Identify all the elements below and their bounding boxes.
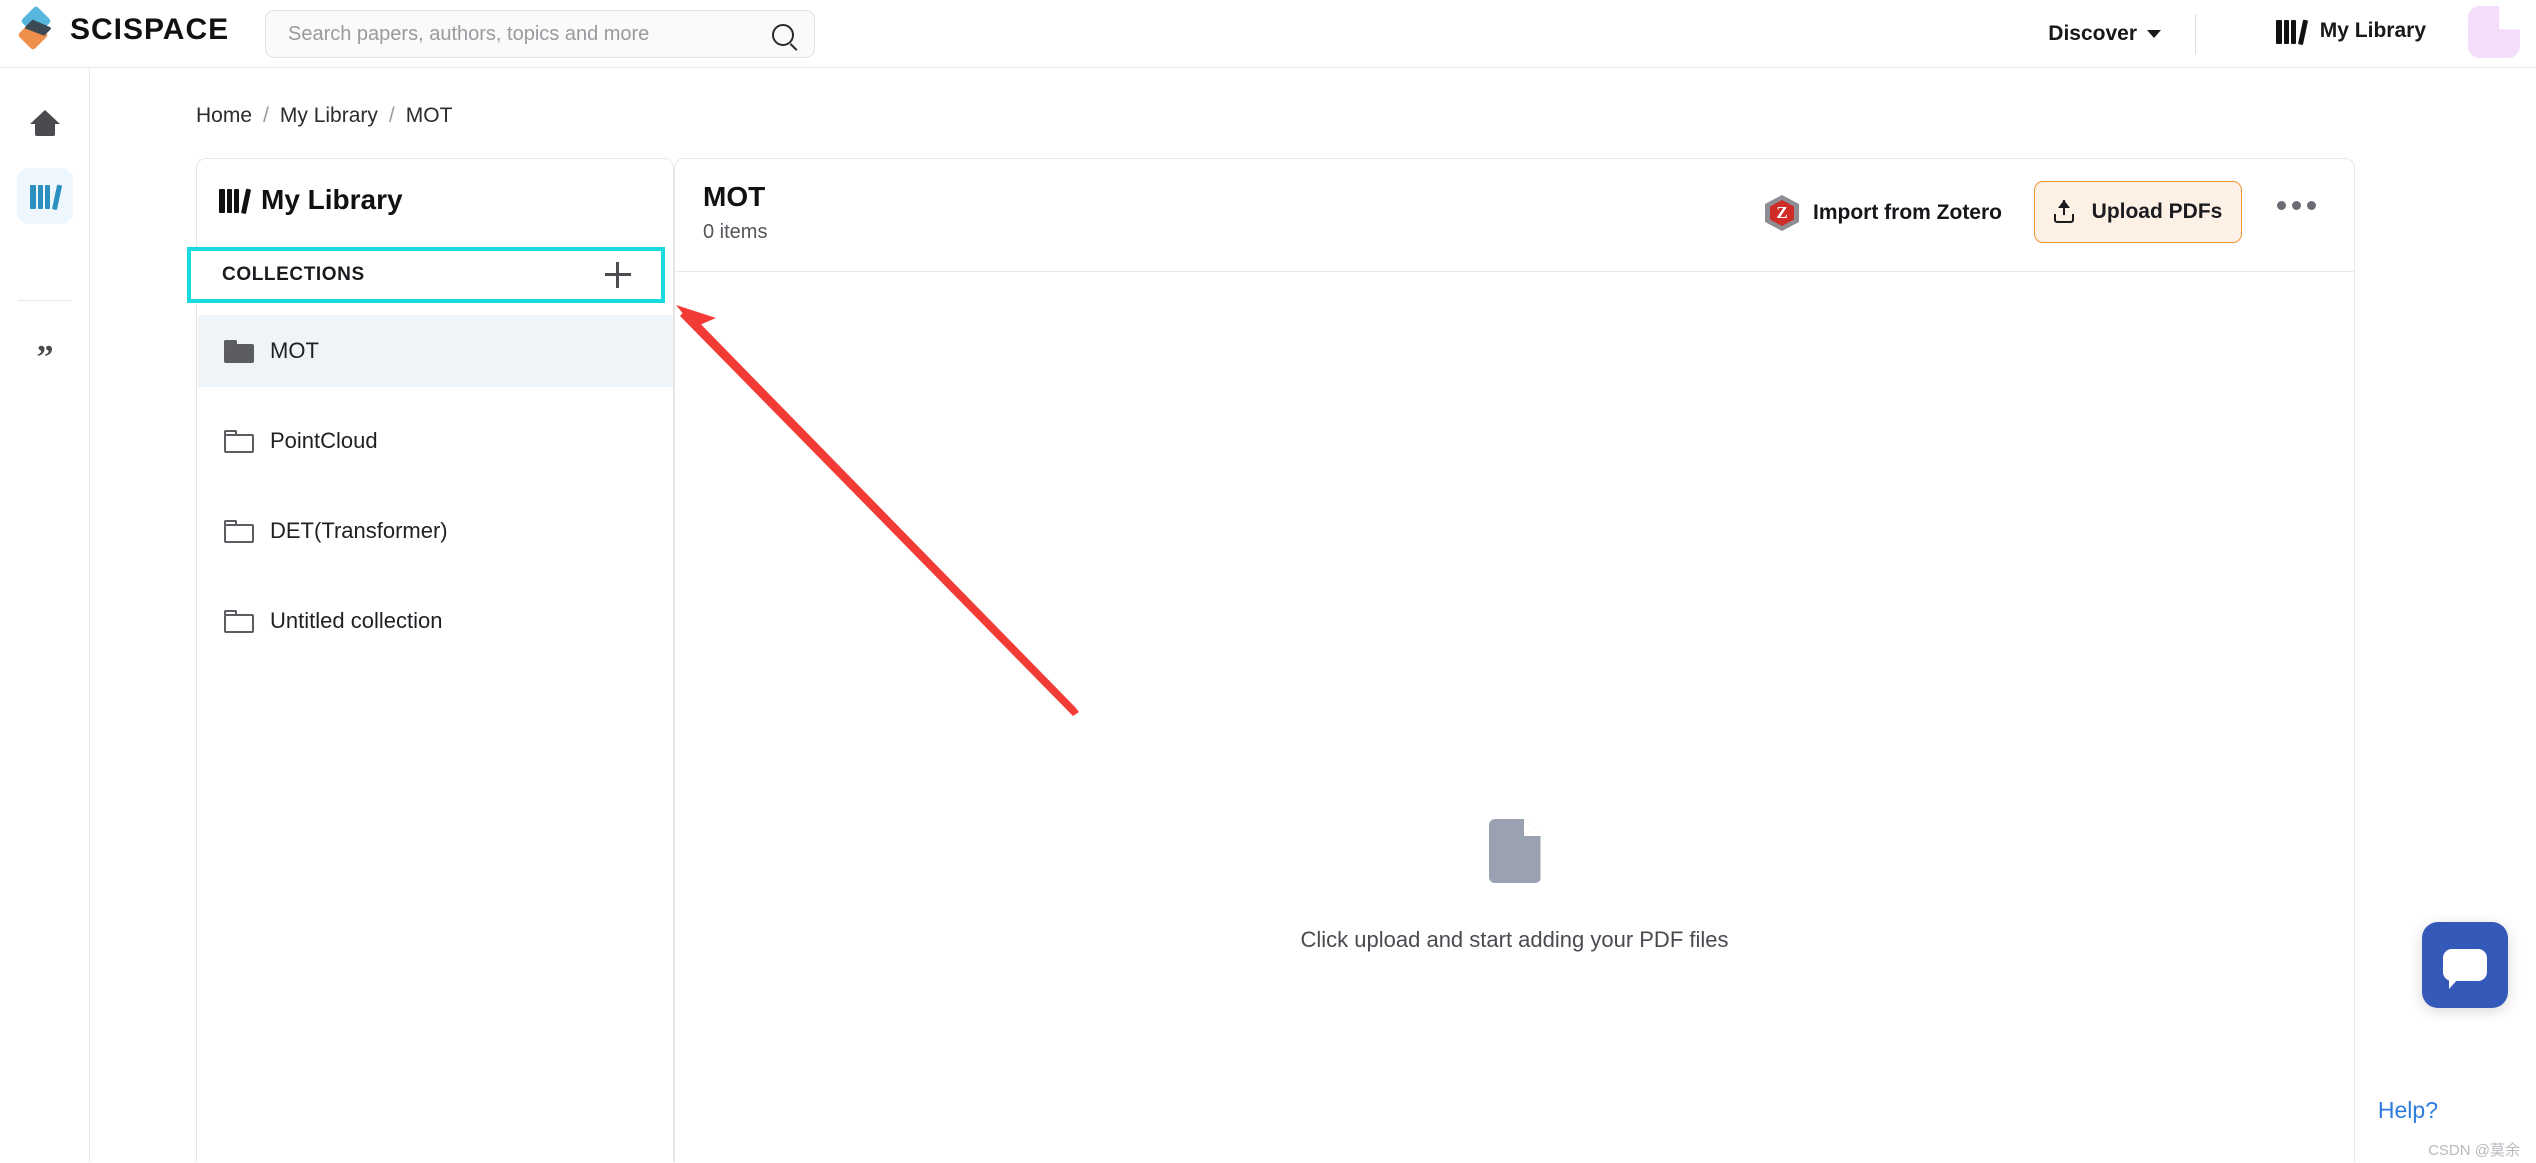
collection-item-det-transformer[interactable]: DET(Transformer): [198, 495, 673, 567]
empty-state-message: Click upload and start adding your PDF f…: [1301, 927, 1729, 953]
zotero-icon: Z: [1765, 195, 1799, 231]
library-books-icon: [30, 183, 60, 209]
import-from-zotero-button[interactable]: Z Import from Zotero: [1765, 195, 2002, 231]
help-link[interactable]: Help?: [2378, 1097, 2438, 1124]
header-divider: [2195, 14, 2196, 54]
watermark: CSDN @莫余: [2428, 1139, 2520, 1160]
brand-wordmark: SCISPACE: [70, 13, 229, 47]
collection-label: DET(Transformer): [270, 518, 448, 544]
upload-pdfs-button[interactable]: Upload PDFs: [2034, 181, 2242, 243]
breadcrumb-current: MOT: [406, 104, 453, 128]
more-options-icon[interactable]: [2277, 201, 2316, 210]
home-icon: [30, 110, 60, 136]
collection-label: PointCloud: [270, 428, 378, 454]
chevron-down-icon: [2147, 30, 2161, 38]
top-navigation-bar: SCISPACE Discover My Library: [0, 0, 2536, 68]
collection-label: Untitled collection: [270, 608, 442, 634]
breadcrumb-my-library[interactable]: My Library: [280, 104, 378, 128]
upload-pdfs-label: Upload PDFs: [2092, 200, 2223, 224]
breadcrumb-home[interactable]: Home: [196, 104, 252, 128]
search-bar[interactable]: [265, 10, 815, 58]
folder-icon: [224, 430, 254, 453]
panel-title-label: My Library: [261, 184, 403, 216]
collection-item-pointcloud[interactable]: PointCloud: [198, 405, 673, 477]
zotero-letter: Z: [1770, 200, 1794, 226]
my-library-label: My Library: [2320, 19, 2426, 43]
document-icon: [1489, 819, 1541, 883]
search-icon[interactable]: [772, 24, 794, 46]
brand-logo[interactable]: SCISPACE: [20, 8, 229, 52]
left-rail: ”: [0, 68, 90, 1162]
import-from-zotero-label: Import from Zotero: [1813, 201, 2002, 225]
folder-icon: [224, 520, 254, 543]
upload-icon: [2054, 200, 2076, 224]
library-books-icon: [2276, 18, 2306, 44]
chat-bubble-icon: [2443, 949, 2487, 981]
page-title: MOT: [703, 181, 765, 213]
collections-label: COLLECTIONS: [222, 264, 365, 286]
folder-icon: [224, 340, 254, 363]
add-collection-plus-icon[interactable]: [605, 262, 631, 288]
rail-item-home[interactable]: [17, 95, 73, 151]
collection-item-untitled-collection[interactable]: Untitled collection: [198, 585, 673, 657]
quote-icon: ”: [37, 348, 54, 368]
discover-menu[interactable]: Discover: [2048, 22, 2161, 46]
chat-widget-button[interactable]: [2422, 922, 2508, 1008]
breadcrumb-separator: /: [389, 104, 395, 128]
discover-label: Discover: [2048, 22, 2137, 46]
collection-label: MOT: [270, 338, 319, 364]
breadcrumb-separator: /: [263, 104, 269, 128]
empty-state: Click upload and start adding your PDF f…: [675, 271, 2354, 1163]
item-count: 0 items: [703, 221, 767, 244]
scispace-logo-icon: [20, 8, 60, 52]
library-books-icon: [219, 187, 249, 213]
rail-item-library[interactable]: [17, 168, 73, 224]
panel-title: My Library: [219, 184, 403, 216]
folder-icon: [224, 610, 254, 633]
my-library-button[interactable]: My Library: [2276, 18, 2426, 44]
search-input[interactable]: [286, 22, 710, 47]
rail-item-citations[interactable]: ”: [17, 330, 73, 386]
breadcrumb: Home / My Library / MOT: [196, 104, 452, 128]
avatar[interactable]: [2468, 6, 2520, 58]
main-content-panel: MOT 0 items Z Import from Zotero Upload …: [674, 158, 2355, 1162]
collections-panel: My Library COLLECTIONS MOT PointCloud DE…: [196, 158, 674, 1162]
rail-divider: [18, 300, 72, 301]
collections-section-header[interactable]: COLLECTIONS: [187, 247, 665, 303]
collection-item-mot[interactable]: MOT: [198, 315, 673, 387]
